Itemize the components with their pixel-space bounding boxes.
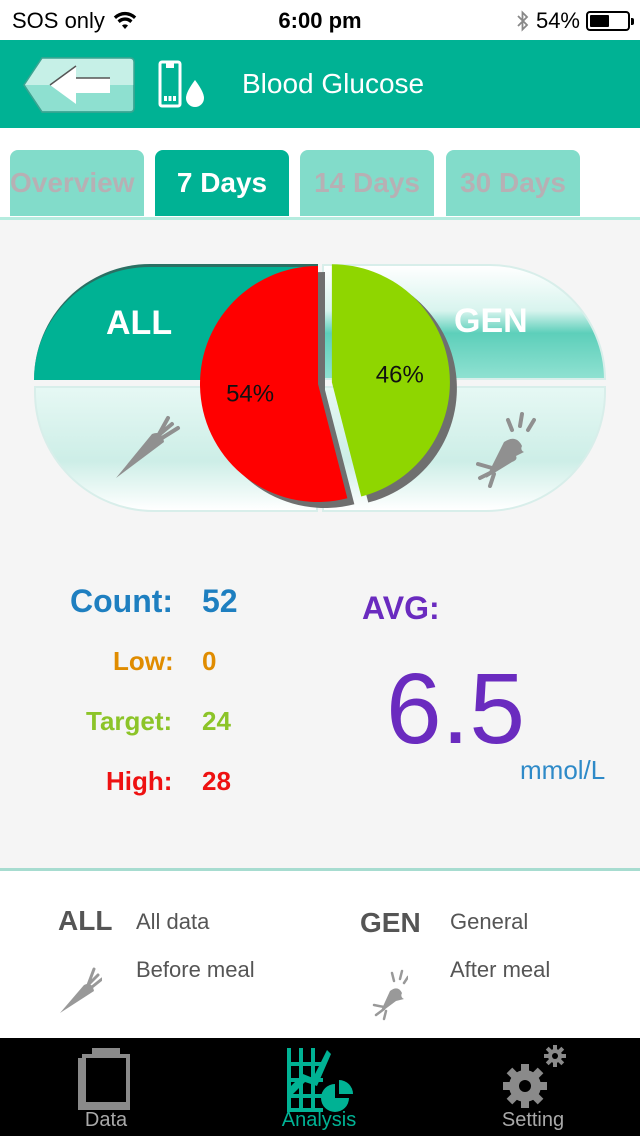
legend-all-key: ALL [58,905,113,936]
bitten-carrot-icon [372,969,408,1021]
battery-level [590,15,610,27]
tabbar-setting-label: Setting [501,1109,565,1131]
target-label: Target: [86,706,173,736]
tabbar-analysis-label: Analysis [281,1109,357,1131]
tab-7-days[interactable]: 7 Days [155,150,289,216]
tabbar-data[interactable]: Data [31,1038,181,1136]
glucose-meter-icon [158,60,204,108]
page-title: Blood Glucose [242,68,425,99]
legend: ALL All data GEN General Before meal Aft… [0,871,640,1038]
legend-after-meal-text: After meal [450,957,551,982]
gear-icon [503,1045,566,1108]
legend-gen-text: General [450,909,529,934]
filter-all-label: ALL [106,304,173,342]
app-header: Blood Glucose [0,40,640,128]
period-tabs: Overview 7 Days 14 Days 30 Days [0,128,640,220]
low-value: 0 [202,646,217,676]
analysis-chart-icon [287,1048,353,1112]
tab-30-days[interactable]: 30 Days [446,150,580,216]
back-arrow-icon[interactable] [22,56,136,114]
tabbar-setting[interactable]: Setting [458,1038,608,1136]
low-label: Low: [113,646,174,676]
status-bar: SOS only 6:00 pm 54% [0,0,640,40]
avg-label: AVG: [362,590,440,626]
screen: SOS only 6:00 pm 54% Blood Glucose Overv… [0,0,640,1136]
count-label: Count: [70,583,174,619]
bottom-tab-bar: Data Analysis Setting [0,1038,640,1136]
legend-all-text: All data [136,909,210,934]
battery-percent: 54% [535,8,580,33]
tabbar-data-label: Data [84,1109,128,1131]
tab-overview[interactable]: Overview [10,150,144,216]
tab-14-days[interactable]: 14 Days [300,150,434,216]
count-value: 52 [202,583,238,619]
avg-unit: mmol/L [520,755,606,785]
battery-icon [586,11,634,31]
carrot-icon [60,967,102,1013]
bitten-carrot-icon [476,412,536,488]
pie-label-target: 46% [376,362,424,389]
status-right: 54% [516,8,634,34]
legend-before-meal-text: Before meal [136,957,255,982]
tabbar-analysis[interactable]: Analysis [244,1038,394,1136]
bluetooth-icon [517,10,529,32]
filter-gen-label: GEN [454,302,528,340]
pie-label-high: 54% [226,381,274,408]
high-label: High: [106,766,173,796]
avg-value: 6.5 [386,653,526,765]
high-value: 28 [202,766,231,796]
carrot-icon [116,416,180,478]
clipboard-icon [78,1048,130,1110]
legend-gen-key: GEN [360,907,421,938]
high-target-pie-chart: 54% 46% [199,264,457,508]
target-value: 24 [202,706,231,736]
